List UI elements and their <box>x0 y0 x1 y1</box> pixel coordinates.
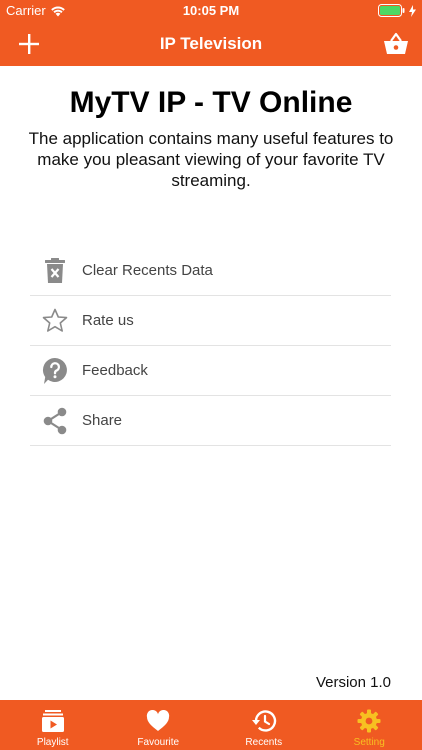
battery-icon <box>378 4 405 17</box>
rate-us-item[interactable]: Rate us <box>30 296 391 346</box>
tab-setting-label: Setting <box>353 737 385 748</box>
status-bar: Carrier 10:05 PM <box>0 0 422 22</box>
gear-icon <box>356 708 382 734</box>
version-label: Version 1.0 <box>315 674 391 691</box>
tab-setting[interactable]: Setting <box>317 700 422 750</box>
nav-title: IP Television <box>159 34 263 53</box>
share-icon <box>30 396 80 446</box>
tab-recents-label: Recents <box>245 737 283 748</box>
navigation-bar: IP Television <box>0 22 422 66</box>
app-description: The application contains many useful fea… <box>28 129 394 190</box>
playlist-icon <box>40 708 66 734</box>
settings-menu: Clear Recents Data Rate us Feedback Shar… <box>30 246 391 446</box>
trash-icon <box>30 246 80 296</box>
history-icon <box>251 708 277 734</box>
help-icon <box>30 346 80 396</box>
charging-bolt-icon <box>409 4 416 17</box>
tab-favourite-label: Favourite <box>137 737 180 748</box>
clear-recents-label: Clear Recents Data <box>82 262 213 279</box>
heart-icon <box>145 708 171 734</box>
tab-playlist-label: Playlist <box>36 737 69 748</box>
tab-bar: Playlist Favourite Recents Setting <box>0 700 422 750</box>
app-title: MyTV IP - TV Online <box>69 86 353 119</box>
tab-recents[interactable]: Recents <box>211 700 317 750</box>
clear-recents-item[interactable]: Clear Recents Data <box>30 246 391 296</box>
tab-favourite[interactable]: Favourite <box>106 700 212 750</box>
rate-us-label: Rate us <box>82 312 134 329</box>
star-icon <box>30 296 80 346</box>
status-time: 10:05 PM <box>182 3 240 18</box>
feedback-label: Feedback <box>82 362 148 379</box>
basket-icon[interactable] <box>382 31 410 57</box>
share-item[interactable]: Share <box>30 396 391 446</box>
status-right <box>378 4 416 17</box>
share-label: Share <box>82 412 123 429</box>
feedback-item[interactable]: Feedback <box>30 346 391 396</box>
tab-playlist[interactable]: Playlist <box>0 700 106 750</box>
